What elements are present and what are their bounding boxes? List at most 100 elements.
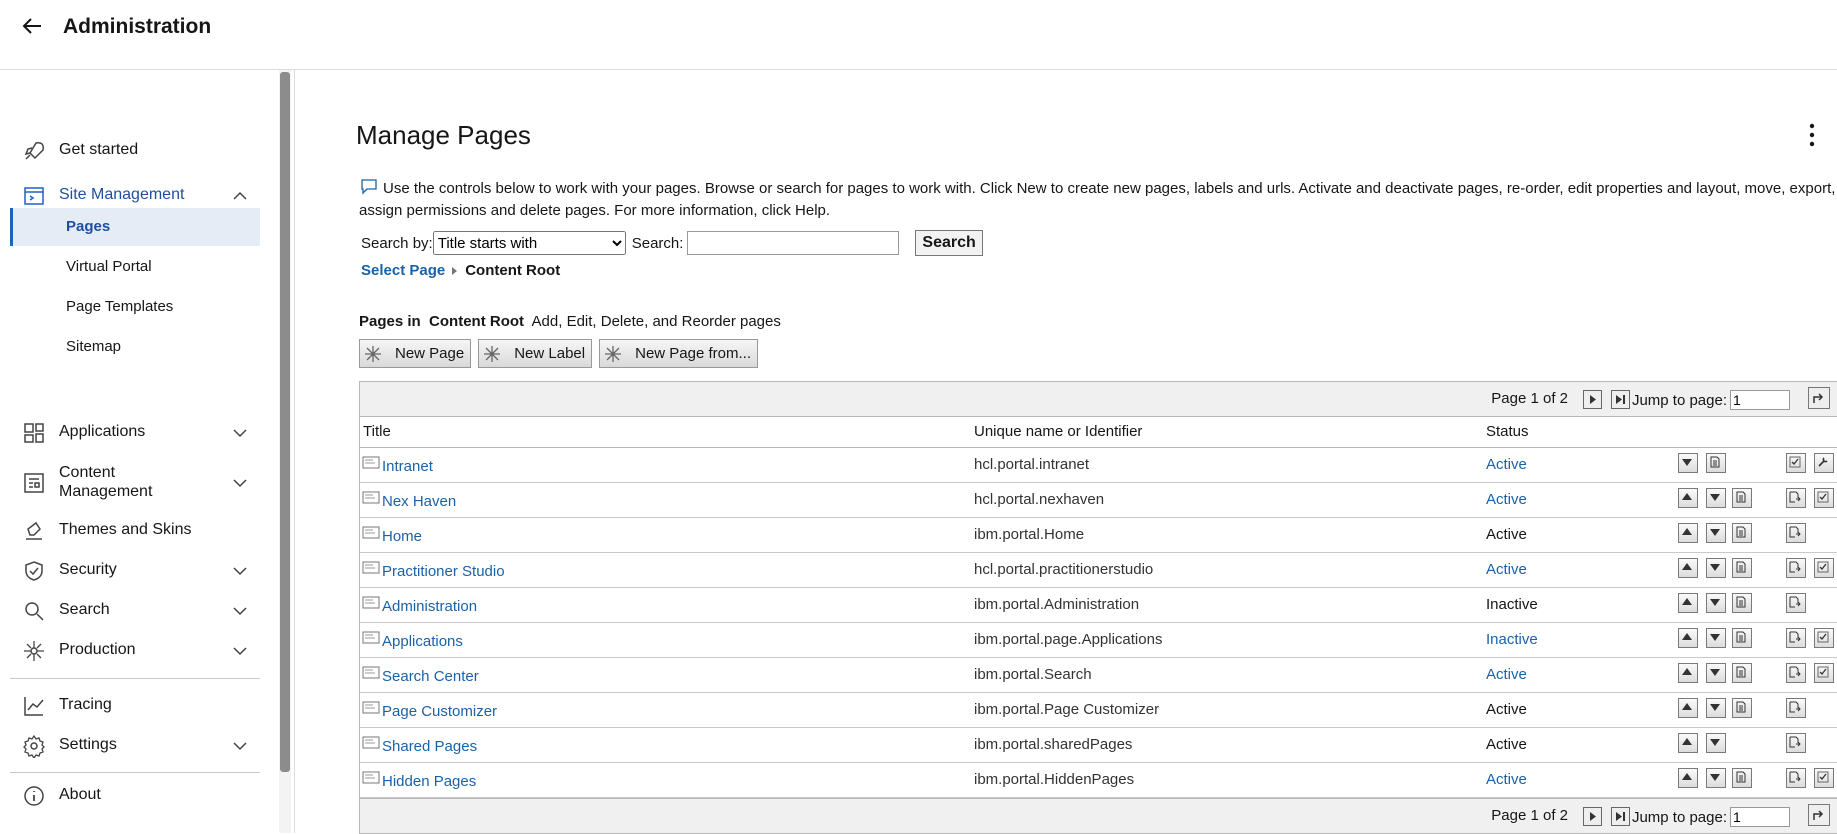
move-up-icon[interactable] bbox=[1678, 628, 1698, 648]
page-title-link[interactable]: Home bbox=[382, 528, 422, 545]
page-title-link[interactable]: Hidden Pages bbox=[382, 773, 476, 790]
page-title-link[interactable]: Nex Haven bbox=[382, 493, 456, 510]
chevron-down-icon[interactable] bbox=[232, 738, 248, 754]
move-down-icon[interactable] bbox=[1706, 488, 1726, 508]
last-page-icon[interactable] bbox=[1611, 807, 1630, 826]
activate-icon[interactable] bbox=[1814, 558, 1834, 578]
properties-icon[interactable] bbox=[1732, 558, 1752, 578]
move-up-icon[interactable] bbox=[1678, 733, 1698, 753]
sidebar-item-applications[interactable]: Applications bbox=[10, 419, 260, 447]
page-title-link[interactable]: Applications bbox=[382, 633, 463, 650]
move-down-icon[interactable] bbox=[1706, 593, 1726, 613]
properties-icon[interactable] bbox=[1732, 768, 1752, 788]
move-up-icon[interactable] bbox=[1678, 768, 1698, 788]
sidebar-item-tracing[interactable]: Tracing bbox=[10, 692, 260, 720]
move-up-icon[interactable] bbox=[1678, 663, 1698, 683]
page-status[interactable]: Active bbox=[1486, 771, 1527, 788]
page-title-link[interactable]: Page Customizer bbox=[382, 703, 497, 720]
search-input[interactable] bbox=[687, 231, 900, 255]
page-status[interactable]: Active bbox=[1486, 491, 1527, 508]
move-page-icon[interactable] bbox=[1786, 628, 1806, 648]
sidebar-subitem-page-templates[interactable]: Page Templates bbox=[10, 288, 260, 326]
chevron-down-icon[interactable] bbox=[232, 643, 248, 659]
back-arrow-icon[interactable] bbox=[20, 14, 48, 38]
properties-icon[interactable] bbox=[1732, 628, 1752, 648]
page-title-link[interactable]: Shared Pages bbox=[382, 738, 477, 755]
go-icon[interactable] bbox=[1808, 804, 1830, 826]
move-up-icon[interactable] bbox=[1678, 698, 1698, 718]
move-page-icon[interactable] bbox=[1786, 698, 1806, 718]
sidebar-subitem-pages[interactable]: Pages bbox=[10, 208, 260, 246]
page-status[interactable]: Inactive bbox=[1486, 631, 1538, 648]
new-page-from-button[interactable]: New Page from... bbox=[599, 339, 758, 368]
move-up-icon[interactable] bbox=[1678, 558, 1698, 578]
move-down-icon[interactable] bbox=[1706, 523, 1726, 543]
sidebar-item-settings[interactable]: Settings bbox=[10, 732, 260, 760]
page-title-link[interactable]: Search Center bbox=[382, 668, 479, 685]
move-down-icon[interactable] bbox=[1706, 628, 1726, 648]
chevron-down-icon[interactable] bbox=[232, 603, 248, 619]
activate-icon[interactable] bbox=[1814, 488, 1834, 508]
sidebar-item-themes-and-skins[interactable]: Themes and Skins bbox=[10, 517, 260, 545]
next-page-icon[interactable] bbox=[1583, 807, 1602, 826]
sidebar-item-security[interactable]: Security bbox=[10, 557, 260, 585]
move-down-icon[interactable] bbox=[1706, 698, 1726, 718]
sidebar-subitem-virtual-portal[interactable]: Virtual Portal bbox=[10, 248, 260, 286]
page-status[interactable]: Active bbox=[1486, 456, 1527, 473]
go-icon[interactable] bbox=[1808, 387, 1830, 409]
edit-layout-icon[interactable] bbox=[1814, 453, 1834, 473]
sidebar-item-search[interactable]: Search bbox=[10, 597, 260, 625]
activate-icon[interactable] bbox=[1814, 628, 1834, 648]
properties-icon[interactable] bbox=[1732, 698, 1752, 718]
page-status[interactable]: Active bbox=[1486, 666, 1527, 683]
jump-to-page-input[interactable] bbox=[1730, 390, 1790, 410]
sidebar-subitem-sitemap[interactable]: Sitemap bbox=[10, 328, 260, 366]
search-button[interactable]: Search bbox=[915, 230, 983, 256]
move-page-icon[interactable] bbox=[1786, 663, 1806, 683]
chevron-down-icon[interactable] bbox=[232, 425, 248, 441]
move-page-icon[interactable] bbox=[1786, 488, 1806, 508]
move-page-icon[interactable] bbox=[1786, 733, 1806, 753]
page-title-link[interactable]: Practitioner Studio bbox=[382, 563, 505, 580]
move-down-icon[interactable] bbox=[1706, 663, 1726, 683]
jump-to-page-input[interactable] bbox=[1730, 807, 1790, 827]
scrollbar-thumb[interactable] bbox=[280, 72, 290, 772]
new-label-button[interactable]: New Label bbox=[478, 339, 593, 368]
chevron-up-icon[interactable] bbox=[232, 188, 248, 204]
new-page-button[interactable]: New Page bbox=[359, 339, 472, 368]
move-page-icon[interactable] bbox=[1786, 523, 1806, 543]
move-up-icon[interactable] bbox=[1678, 488, 1698, 508]
chevron-down-icon[interactable] bbox=[232, 563, 248, 579]
sidebar-item-about[interactable]: About bbox=[10, 782, 260, 810]
move-page-icon[interactable] bbox=[1786, 593, 1806, 613]
properties-icon[interactable] bbox=[1732, 593, 1752, 613]
sidebar-item-get-started[interactable]: Get started bbox=[10, 137, 260, 165]
activate-icon[interactable] bbox=[1814, 768, 1834, 788]
move-down-icon[interactable] bbox=[1706, 558, 1726, 578]
page-title-link[interactable]: Intranet bbox=[382, 458, 433, 475]
sidebar-item-content-management[interactable]: Content Management bbox=[10, 463, 260, 503]
page-status[interactable]: Active bbox=[1486, 561, 1527, 578]
sidebar-item-site-management[interactable]: Site Management bbox=[10, 182, 260, 210]
next-page-icon[interactable] bbox=[1583, 390, 1602, 409]
sidebar-scrollbar[interactable] bbox=[279, 70, 291, 833]
move-down-icon[interactable] bbox=[1678, 453, 1698, 473]
move-up-icon[interactable] bbox=[1678, 523, 1698, 543]
properties-icon[interactable] bbox=[1706, 453, 1726, 473]
last-page-icon[interactable] bbox=[1611, 390, 1630, 409]
properties-icon[interactable] bbox=[1732, 488, 1752, 508]
breadcrumb-select-page[interactable]: Select Page bbox=[361, 262, 445, 279]
chevron-down-icon[interactable] bbox=[232, 475, 248, 491]
properties-icon[interactable] bbox=[1732, 523, 1752, 543]
page-title-link[interactable]: Administration bbox=[382, 598, 477, 615]
move-page-icon[interactable] bbox=[1786, 768, 1806, 788]
activate-icon[interactable] bbox=[1814, 663, 1834, 683]
sidebar-item-production[interactable]: Production bbox=[10, 637, 260, 665]
move-down-icon[interactable] bbox=[1706, 768, 1726, 788]
search-by-select[interactable]: Title starts with bbox=[432, 231, 626, 255]
activate-icon[interactable] bbox=[1786, 453, 1806, 473]
more-options-icon[interactable] bbox=[1802, 120, 1822, 150]
properties-icon[interactable] bbox=[1732, 663, 1752, 683]
move-down-icon[interactable] bbox=[1706, 733, 1726, 753]
move-up-icon[interactable] bbox=[1678, 593, 1698, 613]
